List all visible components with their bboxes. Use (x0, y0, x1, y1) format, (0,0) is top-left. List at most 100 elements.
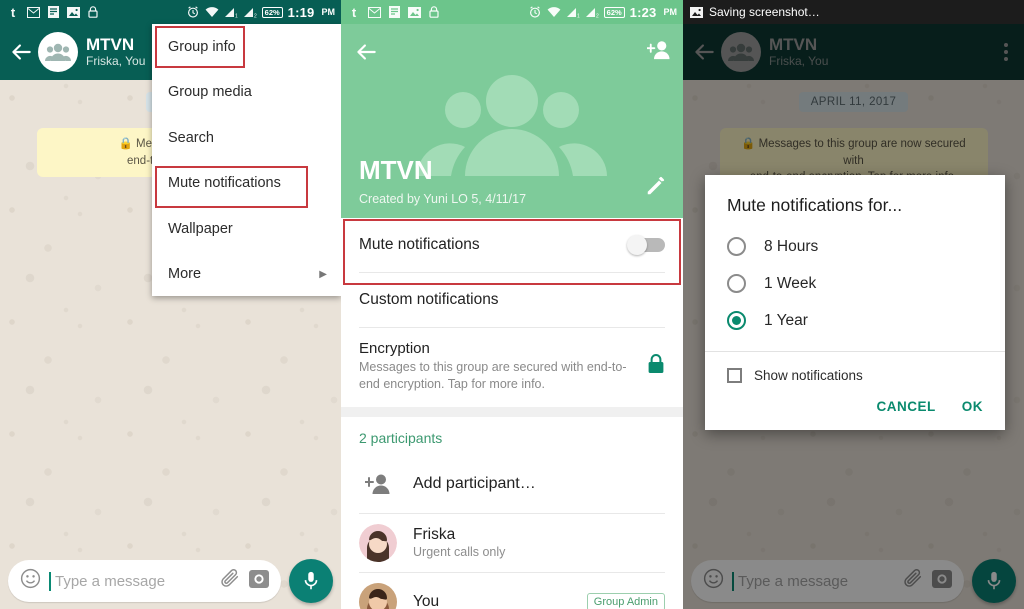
avatar (359, 582, 397, 609)
chat-title-block: MTVN Friska, You (86, 35, 145, 68)
encryption-description: Messages to this group are secured with … (359, 360, 627, 391)
ok-button[interactable]: OK (962, 399, 983, 414)
message-composer: Type a message (0, 553, 341, 609)
show-notifications-label: Show notifications (754, 368, 863, 383)
status-bar-system-icons: 1 2 62% 1:23 PM (528, 5, 677, 20)
custom-notifications-row[interactable]: Custom notifications (341, 273, 683, 327)
group-info-hero: MTVN Created by Yuni LO 5, 4/11/17 (341, 24, 683, 218)
menu-item-mute-notifications[interactable]: Mute notifications (152, 161, 341, 207)
overflow-menu: Group info Group media Search Mute notif… (152, 24, 341, 296)
menu-item-wallpaper[interactable]: Wallpaper (152, 206, 341, 252)
camera-icon[interactable] (249, 569, 269, 593)
toggle-knob (627, 235, 647, 255)
show-notifications-row[interactable]: Show notifications (705, 352, 1005, 389)
chat-title: MTVN (86, 35, 135, 55)
battery-indicator: 62% (261, 6, 283, 18)
menu-item-search[interactable]: Search (152, 115, 341, 161)
status-bar-notification-icons: t (6, 5, 100, 20)
participant-row-friska[interactable]: Friska Urgent calls only (341, 514, 683, 572)
back-arrow-icon[interactable] (353, 39, 379, 65)
menu-item-label: Mute notifications (168, 175, 281, 192)
lock-icon: 🔒 (118, 138, 134, 150)
menu-item-group-media[interactable]: Group media (152, 70, 341, 116)
add-person-icon[interactable] (646, 39, 671, 66)
status-bar: t 1 2 62% 1: (0, 0, 341, 24)
mute-notifications-dialog: Mute notifications for... 8 Hours 1 Week… (705, 175, 1005, 430)
participant-row-you[interactable]: You Group Admin (341, 573, 683, 609)
svg-text:2: 2 (596, 13, 599, 18)
checkbox[interactable] (727, 368, 742, 383)
group-settings-list: Mute notifications Custom notifications … (341, 218, 683, 609)
menu-item-label: More (168, 266, 202, 283)
encryption-title: Encryption (359, 340, 430, 357)
saving-screenshot-text: Saving screenshot… (709, 5, 820, 19)
message-input-placeholder[interactable]: Type a message (55, 573, 211, 590)
radio-button[interactable] (727, 237, 746, 256)
svg-text:2: 2 (254, 13, 257, 18)
group-avatar[interactable] (38, 32, 78, 72)
participants-title: 2 participants (359, 429, 443, 446)
menu-item-more[interactable]: More ▶ (152, 252, 341, 298)
lock-icon (647, 353, 665, 379)
back-arrow-icon[interactable] (8, 39, 34, 65)
lock-icon (427, 5, 441, 19)
menu-item-group-info[interactable]: Group info (152, 24, 341, 70)
status-bar: t 1 2 62% 1: (341, 0, 683, 24)
cancel-button[interactable]: CANCEL (877, 399, 936, 414)
svg-text:1: 1 (577, 13, 580, 18)
wifi-icon (547, 5, 561, 19)
dialog-option-label: 1 Year (764, 311, 808, 329)
add-participant-row[interactable]: Add participant… (341, 455, 683, 513)
battery-indicator: 62% (603, 6, 625, 18)
panel-mute-dialog: APRIL 11, 2017 🔒 Messages to this group a… (683, 0, 1024, 609)
dialog-option-8-hours[interactable]: 8 Hours (705, 228, 1005, 265)
mute-notifications-toggle[interactable] (627, 235, 665, 255)
dialog-actions: CANCEL OK (705, 389, 1005, 430)
participants-card: 2 participants Add participant… Friska U… (341, 416, 683, 609)
svg-text:1: 1 (235, 13, 238, 18)
group-name: MTVN (359, 155, 433, 185)
participant-status: Urgent calls only (413, 545, 506, 560)
dialog-option-label: 1 Week (764, 274, 817, 292)
custom-notifications-label: Custom notifications (359, 291, 499, 308)
alarm-icon (186, 5, 200, 19)
tumblr-icon: t (351, 4, 357, 20)
microphone-icon (304, 571, 318, 590)
image-icon (407, 5, 421, 19)
menu-item-label: Search (168, 129, 214, 146)
dialog-option-1-week[interactable]: 1 Week (705, 265, 1005, 302)
clock-time: 1:23 (629, 4, 657, 20)
gmail-icon (26, 5, 40, 19)
lock-icon (86, 5, 100, 19)
mute-notifications-label: Mute notifications (359, 236, 480, 253)
panel-chat-with-menu: APR 🔒Messages to this end-to-end encry t (0, 0, 341, 609)
radio-button-selected[interactable] (727, 311, 746, 330)
paperclip-icon[interactable] (219, 568, 241, 595)
mute-notifications-row[interactable]: Mute notifications (341, 218, 683, 272)
signal-bars-1: 1 (224, 5, 238, 19)
menu-item-label: Wallpaper (168, 220, 233, 237)
dialog-option-1-year[interactable]: 1 Year (705, 302, 1005, 339)
gmail-icon (367, 5, 381, 19)
chat-subtitle: Friska, You (86, 53, 146, 68)
message-input-pill[interactable]: Type a message (8, 560, 281, 602)
status-bar: Saving screenshot… (683, 0, 1024, 24)
status-bar-notification-icons: t (347, 4, 441, 20)
three-panel-screenshot: APR 🔒Messages to this end-to-end encry t (0, 0, 1024, 609)
document-icon (387, 5, 401, 19)
pencil-icon[interactable] (645, 175, 667, 202)
voice-record-button[interactable] (289, 559, 333, 603)
chevron-right-icon: ▶ (319, 268, 327, 280)
participant-text: Friska Urgent calls only (413, 526, 505, 559)
encryption-row[interactable]: Encryption Messages to this group are se… (341, 328, 683, 407)
group-created-by: Created by Yuni LO 5, 4/11/17 (359, 192, 527, 206)
image-icon (66, 5, 80, 19)
add-person-icon (359, 465, 397, 503)
menu-item-label: Group media (168, 84, 252, 101)
radio-button[interactable] (727, 274, 746, 293)
group-admin-badge: Group Admin (586, 592, 665, 609)
dialog-option-label: 8 Hours (764, 237, 819, 255)
avatar (359, 523, 397, 562)
encryption-text-block: Encryption Messages to this group are se… (359, 340, 631, 393)
emoji-icon[interactable] (20, 568, 41, 594)
